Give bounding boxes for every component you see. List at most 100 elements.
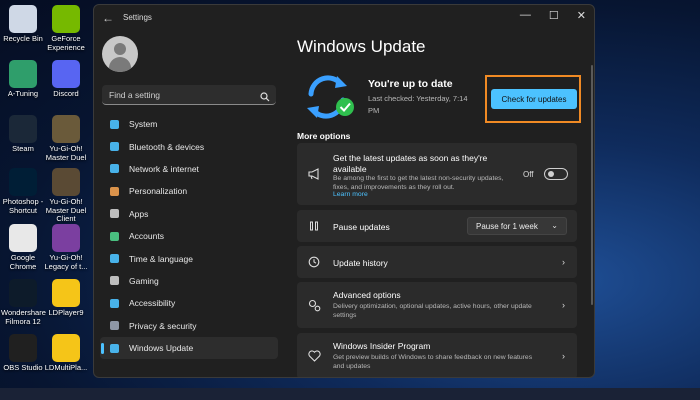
sidebar-item-label: Personalization bbox=[129, 186, 188, 197]
shield-icon bbox=[108, 320, 120, 332]
advanced-options-card[interactable]: Advanced options Delivery optimization, … bbox=[297, 282, 577, 328]
search-input[interactable]: Find a setting bbox=[109, 90, 160, 100]
window-title: Settings bbox=[123, 13, 152, 22]
wifi-icon bbox=[108, 163, 120, 175]
sidebar-item-label: Accounts bbox=[129, 231, 164, 242]
sidebar-item-apps[interactable]: Apps bbox=[100, 203, 278, 225]
desktop-icon[interactable]: Google Chrome bbox=[1, 224, 45, 271]
sidebar-item-label: Windows Update bbox=[129, 343, 194, 354]
sidebar-item-time-language[interactable]: Time & language bbox=[100, 247, 278, 269]
desktop-icon[interactable]: Photoshop - Shortcut bbox=[1, 168, 45, 215]
desktop-icon-label: Photoshop - Shortcut bbox=[2, 197, 44, 215]
chevron-down-icon: ⌄ bbox=[551, 221, 558, 230]
chevron-right-icon: › bbox=[562, 300, 565, 310]
insider-program-title: Windows Insider Program bbox=[333, 341, 431, 351]
desktop-icon-label: Yu-Gi-Oh! Master Duel bbox=[45, 144, 87, 162]
update-history-card[interactable]: Update history › bbox=[297, 246, 577, 278]
advanced-options-title: Advanced options bbox=[333, 290, 401, 300]
latest-updates-toggle[interactable] bbox=[544, 168, 568, 180]
ldplayer-icon bbox=[52, 279, 80, 307]
sidebar-item-accessibility[interactable]: Accessibility bbox=[100, 292, 278, 314]
desktop-icon-label: A-Tuning bbox=[7, 89, 39, 98]
desktop-icon-label: Recycle Bin bbox=[3, 34, 43, 43]
gamepad-icon bbox=[108, 275, 120, 287]
desktop-icon[interactable]: Wondershare Filmora 12 bbox=[1, 279, 46, 326]
desktop-icon[interactable]: Yu-Gi-Oh! Legacy of t... bbox=[44, 224, 88, 271]
yugioh-client-icon bbox=[52, 168, 80, 196]
chevron-right-icon: › bbox=[562, 351, 565, 361]
pause-updates-title: Pause updates bbox=[333, 222, 390, 232]
sidebar-item-personalization[interactable]: Personalization bbox=[100, 180, 278, 202]
sidebar-item-network-internet[interactable]: Network & internet bbox=[100, 158, 278, 180]
person-icon bbox=[108, 230, 120, 242]
latest-updates-title: Get the latest updates as soon as they'r… bbox=[333, 153, 488, 174]
photoshop-icon bbox=[9, 168, 37, 196]
desktop-icon[interactable]: Discord bbox=[44, 60, 88, 99]
desktop-icon[interactable]: GeForce Experience bbox=[44, 5, 88, 52]
desktop-icon[interactable]: A-Tuning bbox=[1, 60, 45, 99]
obs-icon bbox=[9, 334, 37, 362]
desktop-icon-label: OBS Studio bbox=[3, 363, 43, 372]
desktop-icon[interactable]: Yu-Gi-Oh! Master Duel bbox=[44, 115, 88, 162]
scrollbar[interactable] bbox=[591, 65, 593, 305]
pause-duration-value: Pause for 1 week bbox=[476, 222, 538, 231]
close-icon[interactable]: ✕ bbox=[577, 9, 586, 22]
megaphone-icon bbox=[307, 167, 321, 181]
brush-icon bbox=[108, 185, 120, 197]
apps-icon bbox=[108, 208, 120, 220]
avatar[interactable] bbox=[102, 36, 138, 72]
learn-more-link[interactable]: Learn more bbox=[333, 191, 368, 198]
desktop-icon[interactable]: Recycle Bin bbox=[1, 5, 45, 44]
page-title: Windows Update bbox=[297, 37, 426, 56]
last-checked-text: Last checked: Yesterday, 7:14 PM bbox=[368, 94, 468, 115]
sidebar-item-label: System bbox=[129, 119, 158, 130]
back-arrow-icon[interactable]: ← bbox=[102, 11, 114, 25]
gears-icon bbox=[307, 298, 321, 312]
sidebar-item-windows-update[interactable]: Windows Update bbox=[100, 336, 278, 360]
discord-icon bbox=[52, 60, 80, 88]
insider-program-card[interactable]: Windows Insider Program Get preview buil… bbox=[297, 333, 577, 377]
desktop-icon-label: Yu-Gi-Oh! Legacy of t... bbox=[44, 253, 88, 271]
geforce-icon bbox=[52, 5, 80, 33]
more-options-heading: More options bbox=[297, 131, 351, 141]
desktop-icon-label: GeForce Experience bbox=[47, 34, 85, 52]
check-for-updates-button[interactable]: Check for updates bbox=[491, 89, 577, 109]
ldmultiplayer-icon bbox=[52, 334, 80, 362]
desktop-icon[interactable]: OBS Studio bbox=[1, 334, 45, 373]
sidebar-item-label: Privacy & security bbox=[129, 320, 197, 331]
update-history-title: Update history bbox=[333, 258, 388, 268]
taskbar bbox=[0, 388, 700, 400]
sidebar-item-label: Apps bbox=[129, 208, 149, 219]
status-title: You're up to date bbox=[368, 78, 453, 90]
desktop-icon[interactable]: LDMultiPla... bbox=[44, 334, 88, 373]
desktop-icon[interactable]: Steam bbox=[1, 115, 45, 154]
windows-update-icon bbox=[108, 342, 120, 354]
pause-icon bbox=[307, 219, 321, 233]
yugioh-legacy-icon bbox=[52, 224, 80, 252]
minimize-icon[interactable]: — bbox=[520, 9, 531, 22]
pause-duration-select[interactable]: Pause for 1 week ⌄ bbox=[467, 217, 567, 235]
sidebar-item-system[interactable]: System bbox=[100, 113, 278, 135]
desktop-icon[interactable]: Yu-Gi-Oh! Master Duel Client bbox=[44, 168, 88, 224]
search-box[interactable]: Find a setting bbox=[102, 85, 276, 105]
title-bar[interactable]: ← Settings — ☐ ✕ bbox=[94, 5, 594, 31]
sidebar-item-privacy-security[interactable]: Privacy & security bbox=[100, 315, 278, 337]
sidebar-item-label: Network & internet bbox=[129, 163, 199, 174]
pause-updates-card: Pause updates Pause for 1 week ⌄ bbox=[297, 210, 577, 242]
desktop-icon[interactable]: LDPlayer9 bbox=[44, 279, 88, 318]
maximize-icon[interactable]: ☐ bbox=[549, 9, 559, 22]
history-icon bbox=[307, 255, 321, 269]
sidebar-item-label: Accessibility bbox=[129, 298, 176, 309]
latest-updates-desc: Be among the first to get the latest non… bbox=[333, 175, 504, 191]
desktop-icon-label: LDMultiPla... bbox=[44, 363, 88, 372]
settings-window: ← Settings — ☐ ✕ Find a setting System Bl… bbox=[93, 4, 595, 378]
sidebar-item-accounts[interactable]: Accounts bbox=[100, 225, 278, 247]
sidebar-item-label: Time & language bbox=[129, 253, 193, 264]
insider-heart-icon bbox=[307, 349, 321, 363]
desktop-icon-label: LDPlayer9 bbox=[48, 308, 84, 317]
toggle-state-label: Off bbox=[523, 170, 534, 179]
sidebar-item-bluetooth-devices[interactable]: Bluetooth & devices bbox=[100, 135, 278, 157]
sidebar-item-gaming[interactable]: Gaming bbox=[100, 270, 278, 292]
advanced-options-desc: Delivery optimization, optional updates,… bbox=[333, 303, 532, 319]
filmora-icon bbox=[9, 279, 37, 307]
